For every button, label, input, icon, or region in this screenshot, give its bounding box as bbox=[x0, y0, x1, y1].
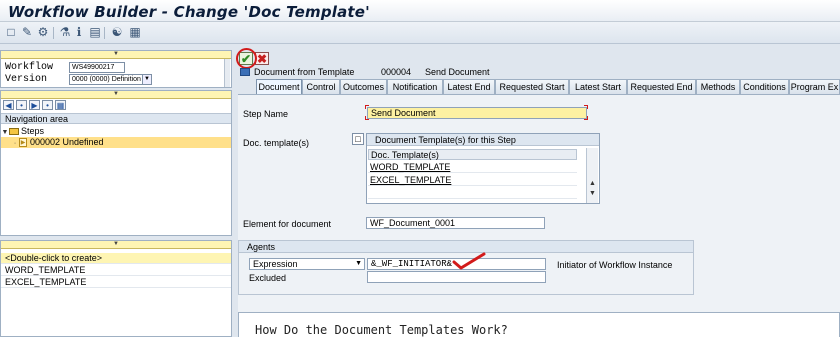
forward-arrow-icon[interactable]: ▶ bbox=[29, 100, 40, 110]
cancel-button[interactable]: ✖ bbox=[255, 52, 269, 65]
new-icon[interactable]: □ bbox=[4, 26, 18, 39]
tab-requested-end[interactable]: Requested End bbox=[627, 79, 696, 94]
list-item[interactable]: EXCEL_TEMPLATE bbox=[1, 277, 231, 288]
tree-item-steps[interactable]: ▼ Steps bbox=[1, 126, 231, 137]
tab-latest-start[interactable]: Latest Start bbox=[569, 79, 627, 94]
chevron-down-icon[interactable]: ▼ bbox=[142, 75, 151, 84]
panel-handle[interactable]: ▼ bbox=[1, 241, 231, 249]
nav-button-bar: ◀ • ▶ • ▦ bbox=[3, 100, 68, 112]
title-bar: Workflow Builder - Change 'Doc Template' bbox=[0, 0, 840, 22]
step-name-field[interactable]: Send Document bbox=[367, 107, 587, 119]
toolbar-separator bbox=[104, 27, 105, 39]
required-marker bbox=[365, 105, 369, 109]
tab-document[interactable]: Document bbox=[256, 79, 302, 94]
element-label: Element for document bbox=[243, 219, 332, 229]
highlight-circle bbox=[236, 48, 257, 69]
doc-templates-label: Doc. template(s) bbox=[243, 138, 310, 148]
tree-label: Steps bbox=[21, 126, 45, 136]
table-row[interactable]: WORD_TEMPLATE bbox=[368, 161, 577, 173]
object-list-panel: ▼ <Double-click to create> WORD_TEMPLATE… bbox=[0, 240, 232, 337]
dot-icon[interactable]: • bbox=[16, 100, 27, 110]
tab-outcomes[interactable]: Outcomes bbox=[340, 79, 387, 94]
back-arrow-icon[interactable]: ◀ bbox=[3, 100, 14, 110]
step-description: Send Document bbox=[425, 67, 490, 77]
list-item[interactable]: <Double-click to create> bbox=[1, 253, 231, 264]
scrollbar[interactable] bbox=[224, 59, 230, 87]
create-document-icon[interactable]: □ bbox=[352, 133, 364, 145]
list-item[interactable]: WORD_TEMPLATE bbox=[1, 265, 231, 276]
folder-icon bbox=[9, 128, 19, 136]
other-object-icon[interactable]: ✎ bbox=[20, 26, 34, 39]
step-icon: ▶ bbox=[19, 138, 27, 148]
tab-methods[interactable]: Methods bbox=[696, 79, 740, 94]
layout-icon[interactable]: ▦ bbox=[128, 26, 142, 39]
settings-icon[interactable]: ☯ bbox=[110, 26, 124, 39]
expression-label: Expression bbox=[253, 259, 298, 269]
generate-icon[interactable]: ⚗ bbox=[58, 26, 72, 39]
tree-label: 000002 Undefined bbox=[30, 137, 104, 147]
tab-program-exits[interactable]: Program Ex bbox=[789, 79, 840, 94]
dot-icon[interactable]: • bbox=[42, 100, 53, 110]
navigation-panel: ▼ ◀ • ▶ • ▦ Navigation area ▼ Steps · ▶ 000002 … bbox=[0, 90, 232, 236]
templates-table: Document Template(s) for this Step Doc. … bbox=[366, 133, 600, 204]
workflow-label: Workflow bbox=[5, 62, 54, 73]
tab-requested-start[interactable]: Requested Start bbox=[495, 79, 569, 94]
expression-select[interactable]: Expression ▼ bbox=[249, 258, 365, 270]
excluded-label: Excluded bbox=[249, 273, 287, 283]
table-row-empty[interactable] bbox=[368, 187, 577, 199]
required-marker bbox=[584, 116, 588, 120]
workflow-row: Workflow WS49900217 bbox=[5, 62, 225, 74]
checkmark-annotation-icon bbox=[452, 252, 486, 270]
tab-conditions[interactable]: Conditions bbox=[740, 79, 789, 94]
document-template-icon bbox=[240, 68, 250, 76]
nav-header: Navigation area bbox=[1, 113, 231, 124]
panel-handle[interactable]: ▼ bbox=[1, 91, 231, 99]
version-row: Version 0000 (0000) Definition ▼ bbox=[5, 74, 225, 86]
required-marker bbox=[584, 105, 588, 109]
display-change-icon[interactable]: ⚙ bbox=[36, 26, 50, 39]
info-icon[interactable]: ℹ bbox=[72, 26, 86, 39]
documentation-frame: How Do the Document Templates Work? bbox=[238, 312, 840, 337]
tree-item-undefined[interactable]: · ▶ 000002 Undefined bbox=[1, 137, 231, 148]
print-icon[interactable]: ▤ bbox=[88, 26, 102, 39]
workflow-info-panel: ▼ Workflow WS49900217 Version 0000 (0000… bbox=[0, 50, 232, 88]
scroll-down-icon[interactable]: ▼ bbox=[588, 190, 597, 197]
version-label: Version bbox=[5, 74, 48, 85]
toolbar: □ ✎ ⚙ ⚗ ℹ ▤ ☯ ▦ bbox=[0, 22, 840, 44]
table-scrollbar[interactable]: ▲ ▼ bbox=[586, 148, 598, 203]
tab-notification[interactable]: Notification bbox=[387, 79, 443, 94]
step-type: Document from Template bbox=[254, 67, 355, 77]
tab-latest-end[interactable]: Latest End bbox=[443, 79, 495, 94]
toolbar-separator bbox=[53, 27, 54, 39]
expression-description: Initiator of Workflow Instance bbox=[557, 260, 673, 270]
required-marker bbox=[365, 116, 369, 120]
grid-icon[interactable]: ▦ bbox=[55, 100, 66, 110]
templates-column-header: Doc. Template(s) bbox=[368, 149, 577, 160]
excluded-field[interactable] bbox=[367, 271, 546, 283]
step-number: 000004 bbox=[381, 67, 412, 77]
scroll-up-icon[interactable]: ▲ bbox=[588, 180, 597, 187]
window-title: Workflow Builder - Change 'Doc Template' bbox=[8, 3, 370, 21]
step-name-label: Step Name bbox=[243, 109, 289, 119]
bullet-icon: · bbox=[13, 140, 17, 147]
version-value: 0000 (0000) Definition bbox=[72, 76, 141, 83]
chevron-down-icon[interactable]: ▼ bbox=[355, 259, 362, 269]
table-row[interactable]: EXCEL_TEMPLATE bbox=[368, 174, 577, 186]
version-select[interactable]: 0000 (0000) Definition ▼ bbox=[69, 74, 152, 85]
element-field[interactable]: WF_Document_0001 bbox=[366, 217, 545, 229]
documentation-heading: How Do the Document Templates Work? bbox=[255, 323, 508, 337]
panel-handle[interactable]: ▼ bbox=[1, 51, 231, 59]
workflow-field[interactable]: WS49900217 bbox=[69, 62, 125, 73]
tab-control[interactable]: Control bbox=[302, 79, 340, 94]
document-tab-content bbox=[238, 94, 840, 337]
templates-title: Document Template(s) for this Step bbox=[367, 134, 599, 146]
